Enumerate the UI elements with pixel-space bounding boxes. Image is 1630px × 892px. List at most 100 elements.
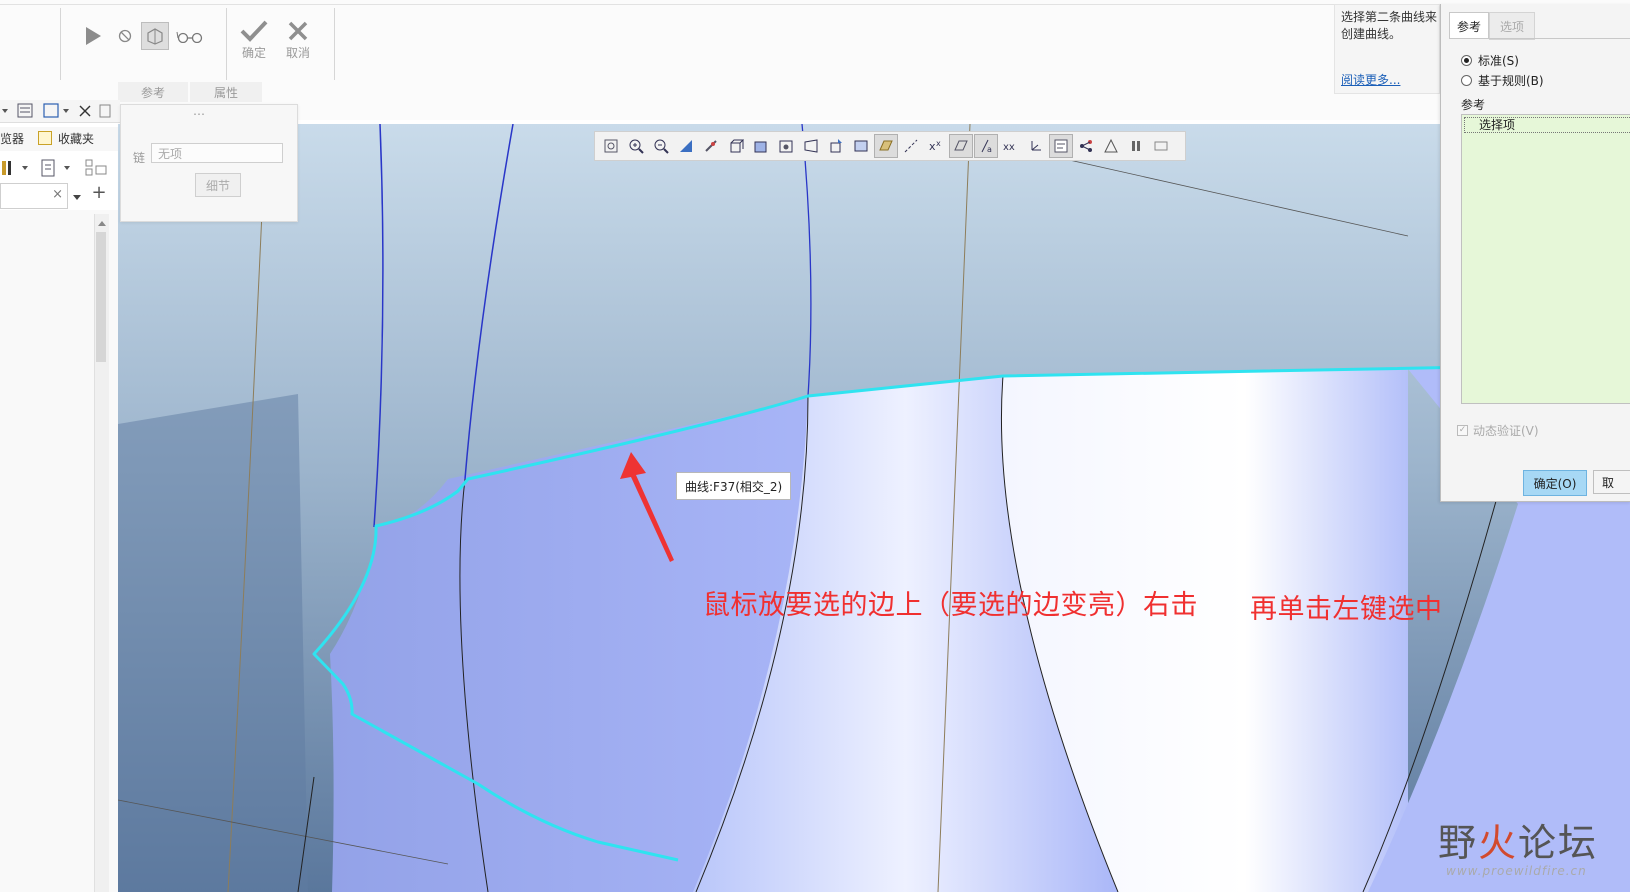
radio-selected-icon bbox=[1461, 55, 1472, 66]
radio-rule-label: 基于规则(B) bbox=[1478, 74, 1544, 88]
section-icon bbox=[854, 140, 868, 152]
plane-display-button[interactable] bbox=[874, 134, 898, 158]
tab-properties[interactable]: 属性 bbox=[190, 82, 262, 102]
axis-display-button[interactable] bbox=[899, 134, 923, 158]
curve-dialog: 参考 选项 标准(S) 基于规则(B) 参考 选择项 ✓ 动态验证(V) 确定(… bbox=[1440, 4, 1630, 502]
zoom-out-button[interactable] bbox=[649, 134, 673, 158]
tab-favorites[interactable]: 收藏夹 bbox=[58, 130, 94, 147]
glasses-icon bbox=[176, 31, 203, 43]
chain-label: 链 bbox=[133, 151, 146, 165]
pause-button[interactable] bbox=[115, 26, 135, 46]
csys-tag-button[interactable] bbox=[1024, 134, 1048, 158]
perspective-button[interactable] bbox=[799, 134, 823, 158]
section-button[interactable] bbox=[849, 134, 873, 158]
annotation-display-button[interactable] bbox=[1049, 134, 1073, 158]
spin-center-display-button[interactable] bbox=[1074, 134, 1098, 158]
instruction-annotation-left-click: 再单击左键选中 bbox=[1250, 594, 1443, 625]
curve-display-icon: a bbox=[981, 139, 992, 154]
zoom-in-button[interactable] bbox=[624, 134, 648, 158]
chain-collector[interactable]: 无项 bbox=[151, 143, 283, 163]
saved-views-button[interactable] bbox=[724, 134, 748, 158]
svg-text:x: x bbox=[936, 139, 941, 148]
zoom-out-icon bbox=[654, 139, 669, 154]
point-display-button[interactable]: xx bbox=[924, 134, 948, 158]
verify-button[interactable] bbox=[175, 24, 205, 48]
csys-display-icon bbox=[954, 140, 968, 151]
warning-display-button[interactable] bbox=[1099, 134, 1123, 158]
graphics-toolbar: xx a xx bbox=[594, 131, 1186, 161]
ok-button[interactable]: 确定(O) bbox=[1523, 470, 1587, 496]
watermark-url: www.proewildfire.cn bbox=[1446, 864, 1587, 878]
repaint-button[interactable] bbox=[674, 134, 698, 158]
drag-handle[interactable]: ⋯ bbox=[193, 107, 206, 121]
checkmark-icon bbox=[240, 20, 268, 42]
play-button[interactable] bbox=[79, 22, 107, 50]
chevron-down-icon bbox=[73, 195, 81, 200]
plane-display-icon bbox=[879, 140, 893, 151]
cube-icon bbox=[730, 139, 744, 153]
details-button[interactable]: 细节 bbox=[195, 173, 241, 197]
confirm-label: 确定 bbox=[241, 45, 266, 60]
tree-search-input[interactable]: × bbox=[0, 183, 68, 209]
more-tools-button[interactable] bbox=[1149, 134, 1173, 158]
dynamic-verify-label: 动态验证(V) bbox=[1473, 424, 1539, 438]
tree-settings-icons bbox=[2, 159, 107, 177]
help-message-box: 选择第二条曲线来创建曲线。 阅读更多... bbox=[1334, 4, 1440, 94]
watermark-char-3: 论坛 bbox=[1518, 821, 1599, 865]
spin-center-button[interactable] bbox=[699, 134, 723, 158]
dialog-tab-references[interactable]: 参考 bbox=[1449, 12, 1489, 39]
csys-display-button[interactable] bbox=[949, 134, 973, 158]
ribbon-group-operations bbox=[60, 8, 227, 80]
radio-rule-based[interactable]: 基于规则(B) bbox=[1461, 72, 1544, 89]
play-icon bbox=[86, 27, 101, 45]
svg-text:a: a bbox=[987, 145, 992, 154]
watermark-char-2: 火 bbox=[1478, 821, 1519, 865]
search-dropdown-button[interactable] bbox=[72, 191, 82, 205]
left-panel-tabs: 览器 收藏夹 bbox=[0, 127, 118, 151]
ribbon-group-confirm: 确定 取消 bbox=[226, 8, 335, 80]
dynamic-verify-checkbox[interactable]: ✓ 动态验证(V) bbox=[1457, 422, 1539, 439]
refit-button[interactable] bbox=[599, 134, 623, 158]
watermark-char-1: 野 bbox=[1438, 821, 1479, 865]
radio-standard-label: 标准(S) bbox=[1478, 54, 1519, 68]
point-display-icon: xx bbox=[929, 139, 941, 153]
confirm-button[interactable]: 确定 bbox=[234, 12, 274, 66]
tab-references[interactable]: 参考 bbox=[118, 82, 188, 102]
point-tag-button[interactable]: xx bbox=[999, 134, 1023, 158]
network-icon bbox=[1080, 140, 1092, 152]
tab-filter[interactable]: 览器 bbox=[0, 130, 24, 147]
preview-geometry-button[interactable] bbox=[141, 22, 169, 50]
annotation-display-icon bbox=[1054, 139, 1068, 153]
model-tree-toolbar bbox=[0, 100, 120, 123]
clear-icon[interactable]: × bbox=[52, 187, 63, 202]
radio-standard[interactable]: 标准(S) bbox=[1461, 52, 1519, 69]
add-button[interactable]: + bbox=[90, 183, 108, 203]
cancel-label: 取消 bbox=[285, 45, 310, 60]
close-icon bbox=[288, 21, 308, 40]
curve-tooltip: 曲线:F37(相交_2) bbox=[676, 472, 792, 500]
tab-divider bbox=[1449, 38, 1630, 39]
scroll-up-icon bbox=[98, 221, 106, 226]
named-view-button[interactable] bbox=[824, 134, 848, 158]
graphics-viewport[interactable] bbox=[118, 124, 1630, 892]
read-more-link[interactable]: 阅读更多... bbox=[1341, 71, 1400, 88]
view-manager-button[interactable] bbox=[774, 134, 798, 158]
references-list[interactable]: 选择项 bbox=[1461, 114, 1630, 404]
svg-text:x: x bbox=[929, 140, 936, 153]
pause-render-button[interactable] bbox=[1124, 134, 1148, 158]
curve-display-button[interactable]: a bbox=[974, 134, 998, 158]
zoom-in-icon bbox=[629, 139, 644, 154]
radio-unselected-icon bbox=[1461, 75, 1472, 86]
dialog-cancel-button[interactable]: 取 bbox=[1593, 470, 1630, 494]
axis-display-icon bbox=[904, 139, 918, 153]
display-style-button[interactable] bbox=[749, 134, 773, 158]
tree-scrollbar-thumb[interactable] bbox=[96, 232, 106, 362]
point-tag-icon: xx bbox=[1003, 142, 1015, 153]
csys-tag-icon bbox=[1031, 141, 1041, 151]
checkbox-checked-icon: ✓ bbox=[1457, 425, 1468, 436]
cancel-button[interactable]: 取消 bbox=[278, 12, 318, 66]
display-style-icon bbox=[754, 141, 767, 153]
favorites-icon bbox=[38, 131, 52, 145]
dialog-tab-options[interactable]: 选项 bbox=[1489, 12, 1535, 40]
list-item[interactable]: 选择项 bbox=[1464, 117, 1630, 133]
